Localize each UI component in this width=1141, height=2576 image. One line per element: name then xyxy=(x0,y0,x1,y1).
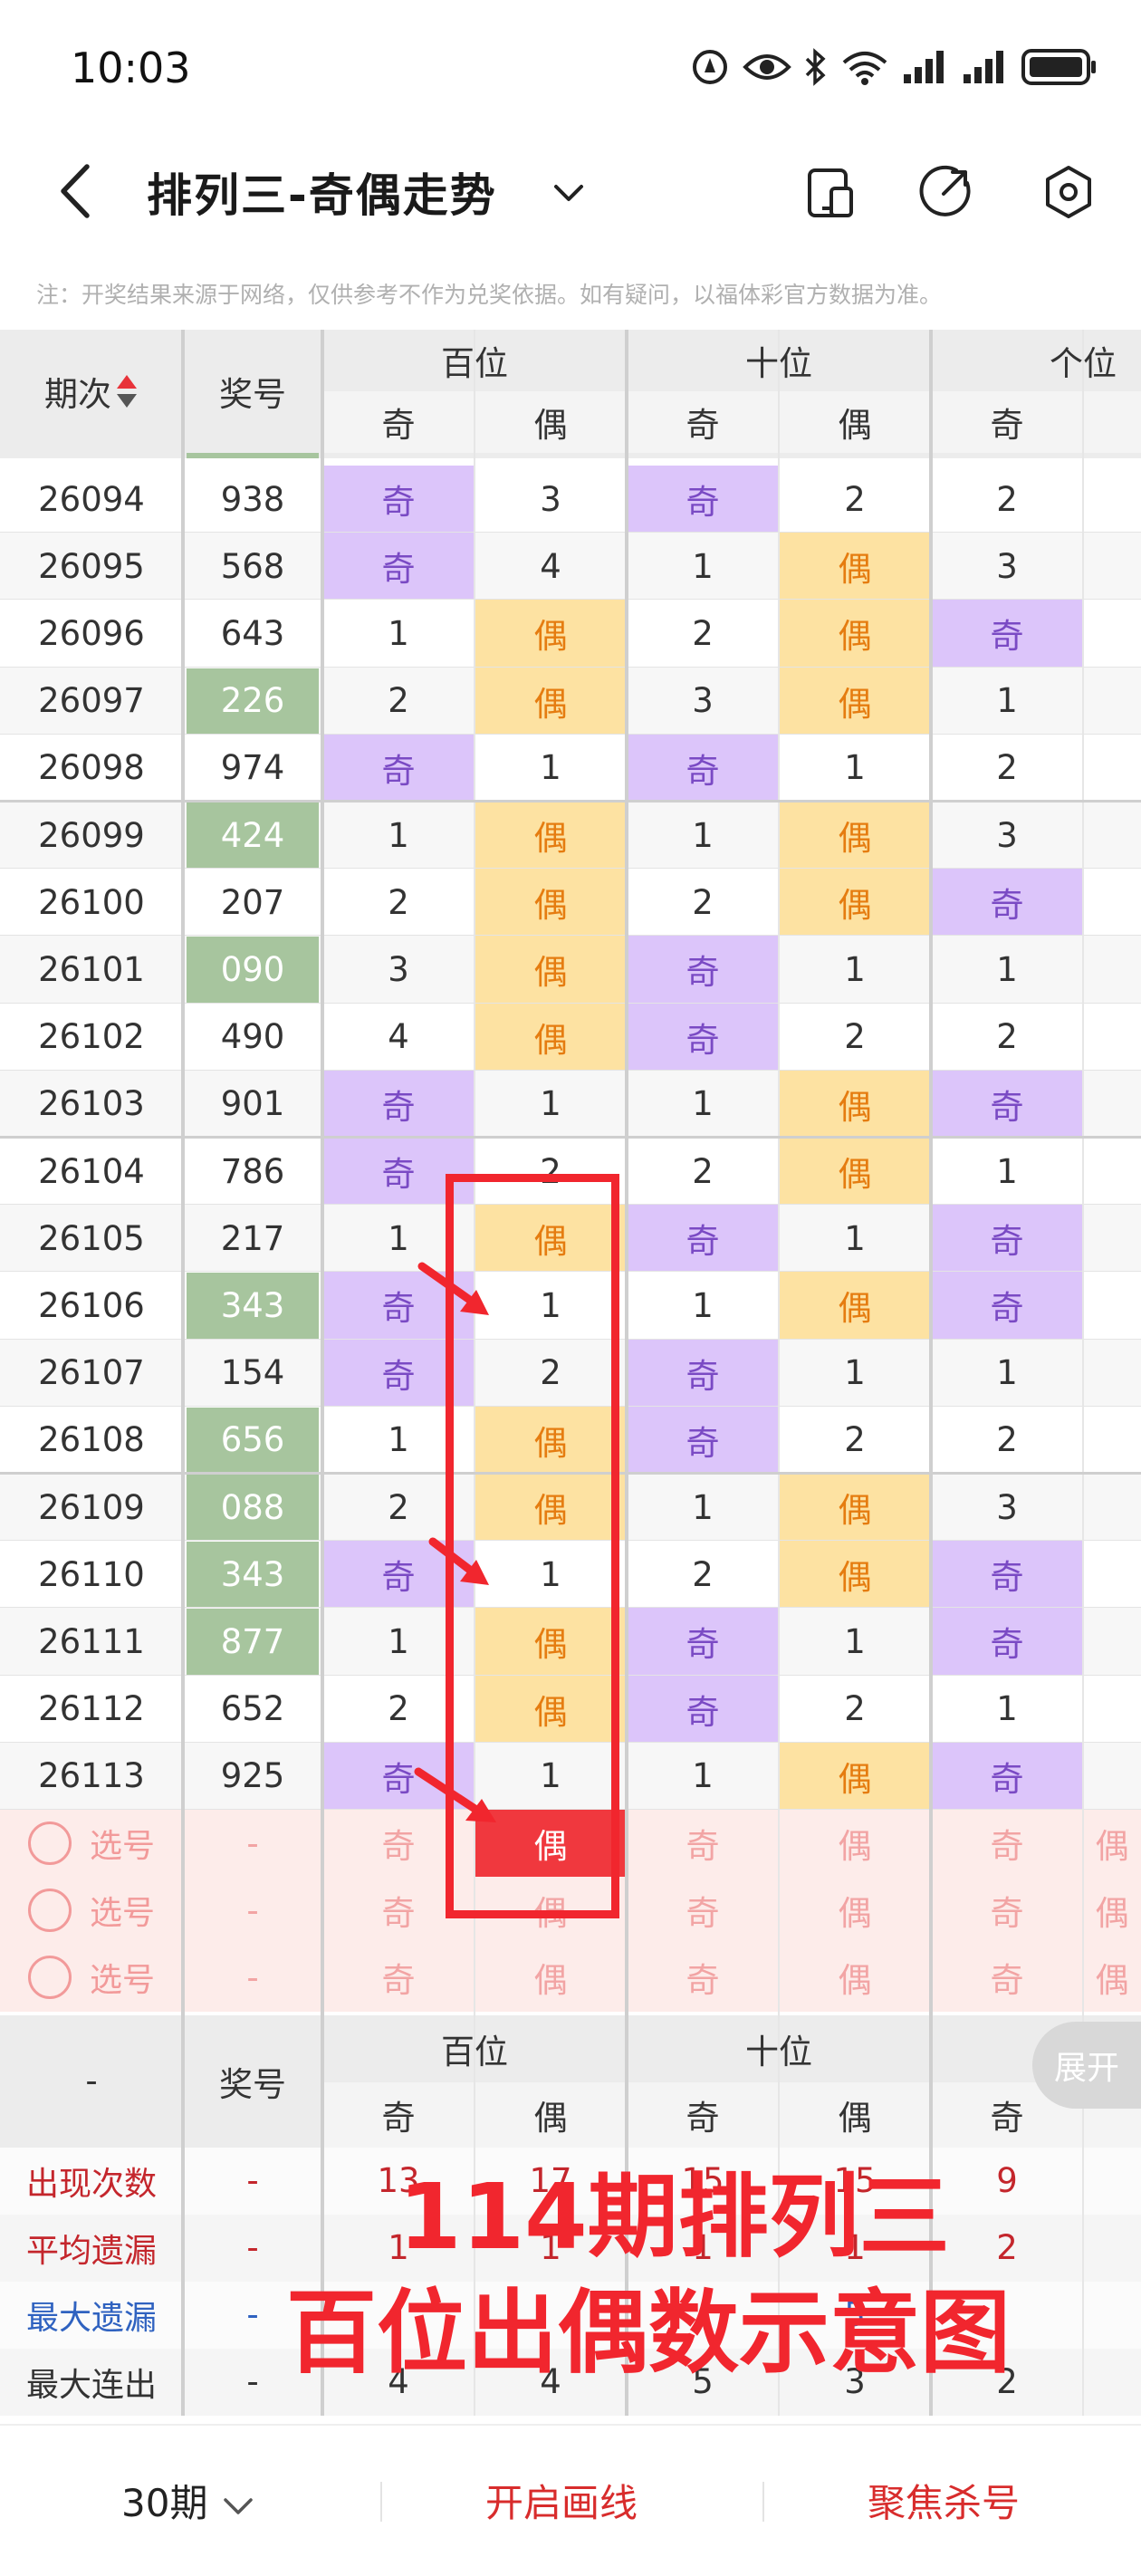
chevron-down-icon xyxy=(224,2497,253,2514)
period-selector[interactable]: 30期 xyxy=(121,2473,256,2528)
bottom-bar: 30期 开启画线 聚焦杀号 xyxy=(0,2424,1141,2576)
bottom-separator xyxy=(380,2482,382,2522)
bottom-separator xyxy=(762,2482,764,2522)
period-label: 30期 xyxy=(121,2481,208,2525)
annotation-title-line2: 百位出偶数示意图 xyxy=(286,2280,1011,2386)
draw-line-button[interactable]: 开启画线 xyxy=(485,2473,638,2528)
annotation-title-line1: 114期排列三 xyxy=(398,2164,950,2270)
focus-kill-button[interactable]: 聚焦杀号 xyxy=(868,2473,1020,2528)
